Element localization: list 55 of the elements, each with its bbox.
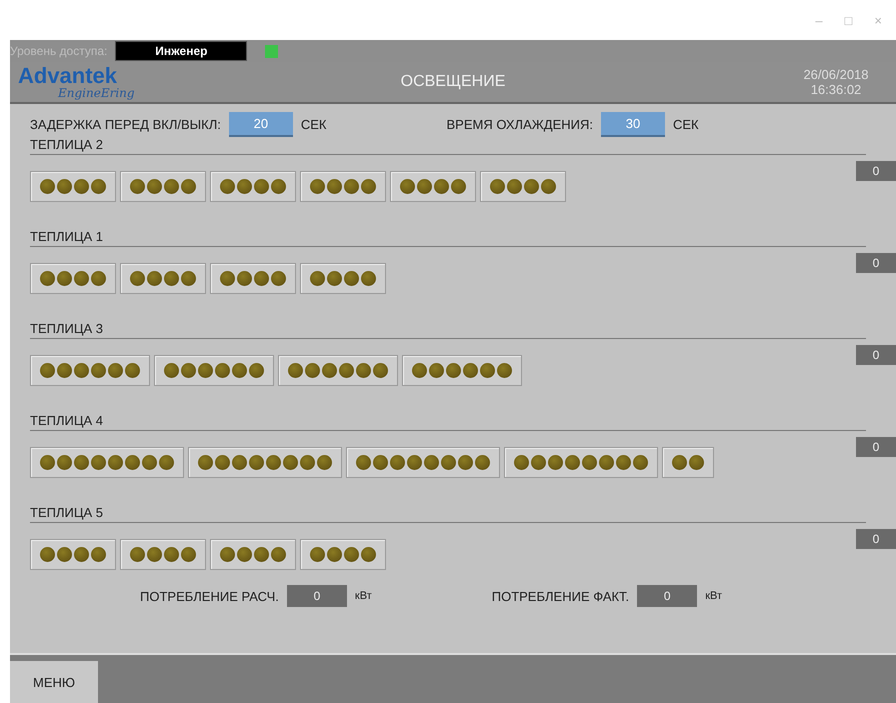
lamp-group[interactable] (300, 171, 386, 202)
setting-input[interactable]: 20 (228, 112, 293, 137)
lamp-group[interactable] (154, 355, 274, 386)
lamp-group[interactable] (300, 263, 386, 294)
unit-label: кВт (705, 590, 722, 602)
consumption-value: 0 (637, 585, 698, 607)
lamp-group[interactable] (30, 355, 150, 386)
setting-label: ВРЕМЯ ОХЛАЖДЕНИЯ: (446, 117, 593, 132)
unit-label: кВт (354, 590, 372, 602)
lamp-group[interactable] (210, 263, 296, 294)
consumption-value: 0 (286, 585, 347, 607)
lamp-group[interactable] (120, 263, 206, 294)
minimize-button[interactable]: – (815, 12, 823, 28)
consumption-label: ПОТРЕБЛЕНИЕ ФАКТ. (492, 588, 630, 604)
lamp-group[interactable] (30, 539, 116, 570)
lamp-group[interactable] (300, 539, 386, 570)
lamp-group[interactable] (30, 263, 116, 294)
lamp-group[interactable] (390, 171, 476, 202)
menu-button[interactable]: МЕНЮ (10, 661, 98, 703)
lamp-group[interactable] (188, 447, 342, 478)
greenhouse-title: ТЕПЛИЦА 4 (30, 413, 866, 431)
lamp-group[interactable] (480, 171, 566, 202)
logo-subtitle: EngineEring (56, 87, 136, 99)
counter-value: 0 (856, 253, 896, 273)
setting-input[interactable]: 30 (600, 112, 665, 137)
counter-value: 0 (856, 345, 896, 365)
access-level-value: Инженер (115, 41, 248, 61)
greenhouse-title: ТЕПЛИЦА 1 (30, 229, 866, 247)
lamp-group[interactable] (210, 171, 296, 202)
counter-value: 0 (856, 161, 896, 181)
lamp-group[interactable] (120, 171, 206, 202)
unit-label: СЕК (300, 117, 327, 132)
close-button[interactable]: × (874, 12, 882, 28)
greenhouse-title: ТЕПЛИЦА 5 (30, 505, 866, 523)
consumption-label: ПОТРЕБЛЕНИЕ РАСЧ. (140, 588, 279, 604)
setting-label: ЗАДЕРЖКА ПЕРЕД ВКЛ/ВЫКЛ: (30, 117, 221, 132)
lamp-group[interactable] (210, 539, 296, 570)
lamp-group[interactable] (278, 355, 398, 386)
greenhouse-title: ТЕПЛИЦА 2 (30, 137, 866, 155)
lamp-group[interactable] (30, 447, 184, 478)
logo-text: Advantek (18, 65, 118, 87)
greenhouse-title: ТЕПЛИЦА 3 (30, 321, 866, 339)
counter-value: 0 (856, 437, 896, 457)
date-text: 26/06/2018 (803, 67, 869, 82)
counter-value: 0 (856, 529, 896, 549)
lamp-group[interactable] (346, 447, 500, 478)
lamp-group[interactable] (120, 539, 206, 570)
screen-title: ОСВЕЩЕНИЕ (400, 73, 506, 91)
lamp-group[interactable] (662, 447, 714, 478)
lamp-group[interactable] (504, 447, 658, 478)
maximize-button[interactable]: □ (844, 12, 852, 28)
lamp-group[interactable] (402, 355, 522, 386)
lamp-group[interactable] (30, 171, 116, 202)
unit-label: СЕК (672, 117, 699, 132)
time-text: 16:36:02 (810, 82, 862, 97)
